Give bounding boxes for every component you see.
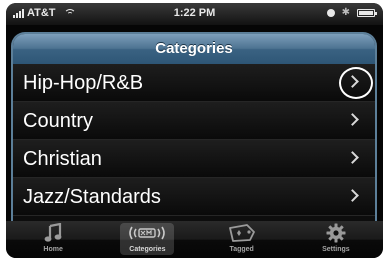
- category-label: Jazz/Standards: [23, 186, 161, 208]
- phone-screen: AT&T 1:22 PM ✱ Categories Hip-Hop/R&B Co…: [6, 3, 383, 258]
- tab-bar: Home Categories Tagged Settings: [6, 221, 383, 258]
- battery-icon: [357, 9, 377, 17]
- tag-icon: [228, 224, 255, 242]
- tab-label: Settings: [322, 246, 350, 253]
- status-bar: AT&T 1:22 PM ✱: [6, 3, 383, 25]
- tab-glyph: [6, 223, 100, 245]
- xm-logo-icon: [129, 226, 166, 240]
- category-row-jazz-standards[interactable]: Jazz/Standards: [13, 178, 375, 216]
- chevron-right-icon: [346, 189, 359, 202]
- category-label: Christian: [23, 148, 102, 170]
- category-label: Hip-Hop/R&B: [23, 72, 144, 94]
- status-right: ✱: [326, 7, 377, 18]
- music-note-icon: [44, 223, 62, 242]
- tab-label: Home: [43, 246, 63, 253]
- category-row-christian[interactable]: Christian: [13, 140, 375, 178]
- gear-icon: [326, 223, 346, 243]
- categories-panel: Categories Hip-Hop/R&B Country Christian…: [11, 32, 377, 222]
- tab-tagged[interactable]: Tagged: [195, 221, 289, 258]
- tab-settings[interactable]: Settings: [289, 221, 383, 258]
- category-row-country[interactable]: Country: [13, 102, 375, 140]
- content-area: Categories Hip-Hop/R&B Country Christian…: [6, 25, 383, 222]
- tab-glyph: [100, 223, 194, 245]
- play-indicator-icon: [326, 9, 335, 17]
- tab-label: Tagged: [229, 246, 254, 253]
- category-list: Hip-Hop/R&B Country Christian Jazz/Stand…: [13, 64, 375, 216]
- category-row-hip-hop[interactable]: Hip-Hop/R&B: [13, 64, 375, 102]
- tab-glyph: [289, 223, 383, 245]
- tab-glyph: [195, 223, 289, 245]
- tab-home[interactable]: Home: [6, 221, 100, 258]
- chevron-right-icon: [346, 151, 359, 164]
- tab-label: Categories: [129, 246, 166, 253]
- category-label: Country: [23, 110, 94, 132]
- bluetooth-icon: ✱: [341, 7, 350, 18]
- tab-categories[interactable]: Categories: [100, 221, 194, 258]
- chevron-right-icon: [346, 113, 359, 126]
- page-title: Categories: [13, 34, 375, 64]
